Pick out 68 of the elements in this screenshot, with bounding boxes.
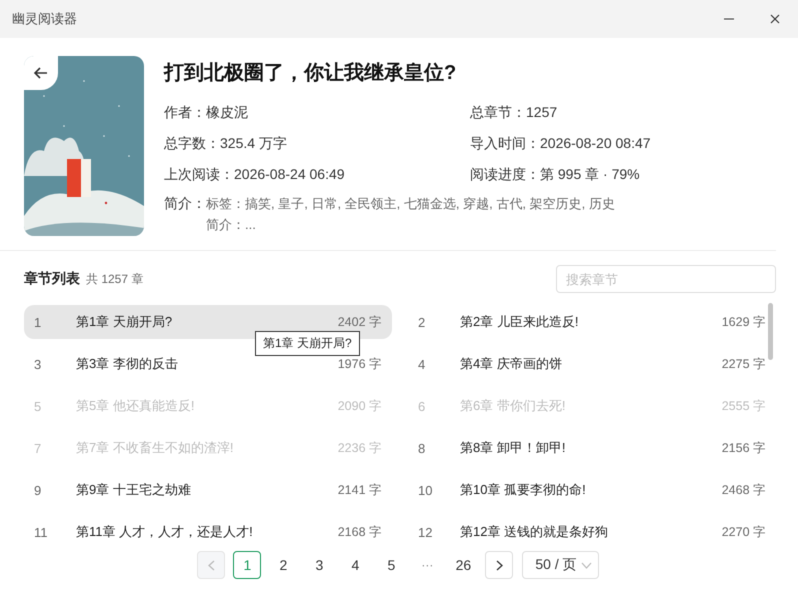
page-button[interactable]: 1 xyxy=(233,551,262,579)
book-meta-text: 阅读进度：第 995 章 · 79% xyxy=(470,165,641,184)
chapter-word-count: 1629 字 xyxy=(722,314,766,330)
chapter-word-count: 2141 字 xyxy=(338,482,382,498)
chapter-word-count: 2275 字 xyxy=(722,356,766,372)
page-size-text: 50 / 页 xyxy=(535,556,577,574)
chapter-word-count: 2090 字 xyxy=(338,398,382,414)
chapter-title: 第6章 带你们去死! xyxy=(460,397,566,415)
chapter-number: 2 xyxy=(418,314,426,330)
chapter-row[interactable]: 11 第11章 人才，人才，还是人才! 2168 字 xyxy=(24,515,392,549)
chapter-word-count: 2270 字 xyxy=(722,524,766,540)
chapter-row[interactable]: 10 第10章 孤要李彻的命! 2468 字 xyxy=(408,473,776,507)
book-meta-text: 导入时间：2026-08-20 08:47 xyxy=(470,134,652,153)
chapter-row[interactable]: 12 第12章 送钱的就是条好狗 2270 字 xyxy=(408,515,776,549)
chapter-title: 第7章 不收畜生不如的渣滓! xyxy=(76,439,234,457)
back-arrow-icon xyxy=(33,65,49,81)
chapter-word-count: 2156 字 xyxy=(722,440,766,456)
chapter-row[interactable]: 9 第9章 十王宅之劫难 2141 字 xyxy=(24,473,392,507)
chapter-word-count: 2236 字 xyxy=(338,440,382,456)
window-title: 幽灵阅读器 xyxy=(12,10,78,28)
chapter-row[interactable]: 2 第2章 儿臣来此造反! 1629 字 xyxy=(408,305,776,339)
book-meta-text: 作者：橡皮泥 xyxy=(164,103,249,122)
chapter-title: 第12章 送钱的就是条好狗 xyxy=(460,523,610,541)
chapter-list-title: 章节列表 xyxy=(24,270,80,288)
page-size-select[interactable]: 50 / 页 xyxy=(522,551,599,579)
chapter-word-count: 1976 字 xyxy=(338,356,382,372)
synopsis-label: 简介： xyxy=(164,194,206,213)
book-title: 打到北极圈了，你让我继承皇位? xyxy=(164,61,458,86)
chapter-count: 共 1257 章 xyxy=(86,270,144,288)
chapter-number: 12 xyxy=(418,524,434,540)
chapter-search-field[interactable]: 搜索章节 xyxy=(556,265,776,293)
chevron-right-icon xyxy=(496,560,503,570)
chapter-title: 第4章 庆帝画的饼 xyxy=(460,355,563,373)
chapter-word-count: 2402 字 xyxy=(338,314,382,330)
book-meta-text: 总章节：1257 xyxy=(470,103,558,122)
chapter-number: 10 xyxy=(418,482,434,498)
chevron-left-icon xyxy=(208,560,215,570)
next-page-button[interactable] xyxy=(485,551,514,579)
chapter-word-count: 2555 字 xyxy=(722,398,766,414)
chapter-tooltip: 第1章 天崩开局? xyxy=(255,331,360,356)
chapter-number: 7 xyxy=(34,440,42,456)
chapter-title: 第9章 十王宅之劫难 xyxy=(76,481,192,499)
chapter-number: 11 xyxy=(34,524,48,540)
chapter-title: 第11章 人才，人才，还是人才! xyxy=(76,523,254,541)
book-meta-text: 总字数：325.4 万字 xyxy=(164,134,288,153)
book-meta-text: 上次阅读：2026-08-24 06:49 xyxy=(164,165,346,184)
chapter-title: 第2章 儿臣来此造反! xyxy=(460,313,580,331)
chapter-number: 9 xyxy=(34,482,42,498)
chapter-number: 3 xyxy=(34,356,42,372)
close-icon[interactable] xyxy=(770,14,780,24)
chapter-row[interactable]: 4 第4章 庆帝画的饼 2275 字 xyxy=(408,347,776,381)
chapter-title: 第8章 卸甲！卸甲! xyxy=(460,439,566,457)
chapter-number: 8 xyxy=(418,440,426,456)
chapter-number: 1 xyxy=(34,314,42,330)
chapter-number: 4 xyxy=(418,356,426,372)
chapter-title: 第10章 孤要李彻的命! xyxy=(460,481,587,499)
scrollbar-thumb[interactable] xyxy=(768,303,773,360)
chapter-number: 6 xyxy=(418,398,426,414)
chapter-title: 第3章 李彻的反击 xyxy=(76,355,179,373)
chevron-down-icon xyxy=(580,562,592,568)
chapter-word-count: 2468 字 xyxy=(722,482,766,498)
chapter-title: 第5章 他还真能造反! xyxy=(76,397,196,415)
chapter-title: 第1章 天崩开局? xyxy=(76,313,174,331)
synopsis-text: 简介：... xyxy=(206,216,257,234)
chapter-word-count: 2168 字 xyxy=(338,524,382,540)
chapter-number: 5 xyxy=(34,398,42,414)
chapter-row[interactable]: 8 第8章 卸甲！卸甲! 2156 字 xyxy=(408,431,776,465)
synopsis-text: 标签：搞笑, 皇子, 日常, 全民领主, 七猫金选, 穿越, 古代, 架空历史, 历史 xyxy=(206,195,615,213)
